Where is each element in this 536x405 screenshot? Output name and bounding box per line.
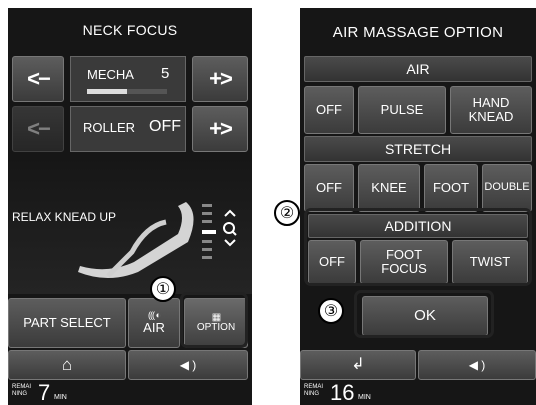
remaining-label: REMAI NING — [304, 384, 324, 397]
air-label: AIR — [143, 319, 165, 335]
manual-figure: NECK FOCUS <− MECHA 5 +> <− ROLLER OFF +… — [0, 0, 536, 405]
remaining-unit: MIN — [54, 394, 67, 401]
part-select-button[interactable]: PART SELECT — [8, 298, 126, 348]
air-button[interactable]: ((( ◐ AIR — [128, 298, 180, 348]
addition-highlight-frame — [304, 208, 532, 286]
stretch-heading: STRETCH — [304, 136, 532, 162]
back-button[interactable]: ↲ — [300, 350, 416, 380]
home-icon: ⌂ — [61, 355, 73, 375]
volume-button[interactable]: ◀ ) — [418, 350, 536, 380]
roller-minus-button[interactable]: <− — [12, 106, 64, 152]
mecha-label: MECHA — [87, 67, 134, 82]
callout-2: ② — [274, 200, 300, 226]
ok-highlight-frame — [354, 290, 494, 338]
callout-3: ③ — [318, 298, 344, 324]
remaining-unit: MIN — [358, 394, 371, 401]
speaker-icon: ◀ ) — [179, 357, 197, 372]
air-hand-knead-button[interactable]: HAND KNEAD — [450, 86, 532, 134]
stretch-off-button[interactable]: OFF — [304, 164, 354, 212]
screen-title: NECK FOCUS — [82, 22, 178, 38]
roller-display: ROLLER OFF — [70, 106, 186, 152]
back-arrow-icon: ↲ — [351, 355, 365, 373]
mecha-level-fill — [87, 89, 127, 94]
air-massage-option-screen: AIR MASSAGE OPTION AIR OFF PULSE HAND KN… — [300, 8, 536, 405]
air-heading: AIR — [304, 56, 532, 82]
callout-1: ① — [150, 276, 176, 302]
roller-plus-button[interactable]: +> — [192, 106, 248, 152]
stretch-foot-button[interactable]: FOOT — [424, 164, 478, 212]
mecha-level-bar — [87, 89, 167, 94]
position-scale — [202, 204, 218, 266]
mecha-display: MECHA 5 — [70, 56, 186, 102]
screen-title: AIR MASSAGE OPTION — [332, 23, 504, 41]
air-pulse-button[interactable]: PULSE — [358, 86, 446, 134]
mecha-plus-button[interactable]: +> — [192, 56, 248, 102]
mecha-value: 5 — [161, 65, 170, 82]
roller-label: ROLLER — [83, 120, 136, 135]
speaker-icon: ◀ ) — [468, 357, 486, 372]
option-highlight-frame — [180, 292, 248, 348]
air-off-button[interactable]: OFF — [304, 86, 354, 134]
remaining-minutes: 16 — [330, 380, 355, 405]
home-button[interactable]: ⌂ — [8, 350, 126, 380]
stretch-double-button[interactable]: DOUBLE — [482, 164, 532, 212]
remaining-label: REMAI NING — [12, 384, 32, 397]
roller-value: OFF — [149, 118, 181, 135]
mecha-minus-button[interactable]: <− — [12, 56, 64, 102]
volume-button[interactable]: ◀ ) — [128, 350, 248, 380]
scale-adjust-icon[interactable] — [220, 208, 240, 248]
stretch-knee-button[interactable]: KNEE — [358, 164, 420, 212]
remaining-minutes: 7 — [38, 380, 51, 405]
massage-chair-figure — [78, 202, 194, 278]
